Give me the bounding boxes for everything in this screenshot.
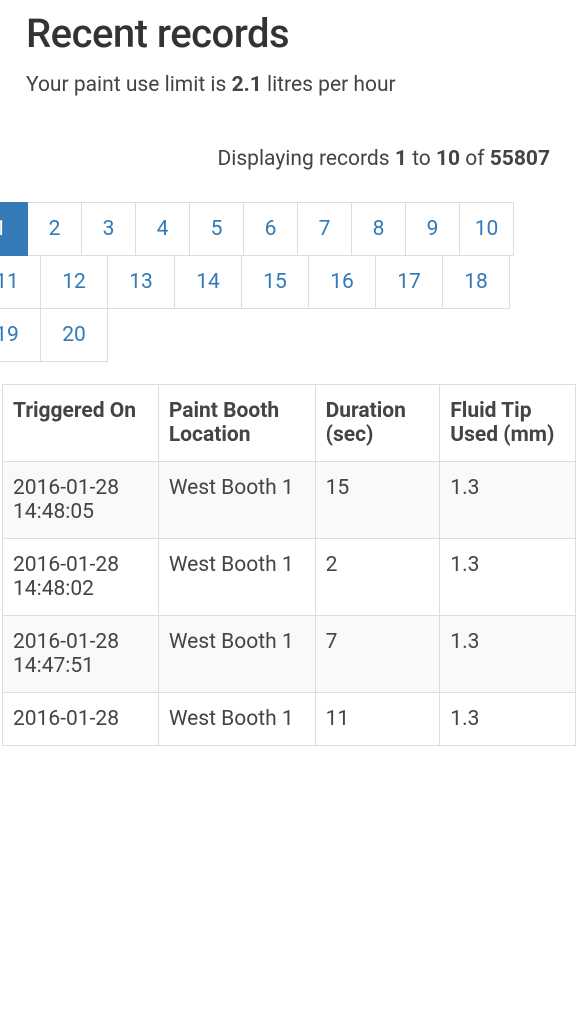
cell-tip: 1.3 <box>440 462 576 539</box>
cell-triggered: 2016-01-28 14:48:05 <box>3 462 159 539</box>
col-location: Paint Booth Location <box>158 385 315 462</box>
table-row: 2016-01-28 14:47:51 West Booth 1 7 1.3 <box>3 616 576 693</box>
page-17[interactable]: 17 <box>375 255 443 309</box>
cell-duration: 11 <box>315 693 440 746</box>
pagination-row-3: 19 20 <box>0 309 108 362</box>
page-10[interactable]: 10 <box>459 202 514 256</box>
cell-location: West Booth 1 <box>158 539 315 616</box>
display-count: Displaying records 1 to 10 of 55807 <box>26 147 550 171</box>
display-from: 1 <box>395 147 407 171</box>
page-15[interactable]: 15 <box>241 255 309 309</box>
page-6[interactable]: 6 <box>243 202 298 256</box>
subtitle-prefix: Your paint use limit is <box>26 73 232 97</box>
cell-tip: 1.3 <box>440 539 576 616</box>
page-4[interactable]: 4 <box>135 202 190 256</box>
page-7[interactable]: 7 <box>297 202 352 256</box>
cell-duration: 7 <box>315 616 440 693</box>
cell-tip: 1.3 <box>440 693 576 746</box>
cell-triggered: 2016-01-28 <box>3 693 159 746</box>
subtitle-value: 2.1 <box>232 73 262 97</box>
cell-location: West Booth 1 <box>158 462 315 539</box>
cell-location: West Booth 1 <box>158 693 315 746</box>
cell-duration: 15 <box>315 462 440 539</box>
display-to: 10 <box>436 147 460 171</box>
display-of: of <box>460 147 490 171</box>
cell-duration: 2 <box>315 539 440 616</box>
cell-tip: 1.3 <box>440 616 576 693</box>
pagination-row-1: 1 2 3 4 5 6 7 8 9 10 <box>0 203 514 256</box>
page-18[interactable]: 18 <box>442 255 510 309</box>
records-table: Triggered On Paint Booth Location Durati… <box>2 384 576 746</box>
page-19[interactable]: 19 <box>0 308 41 362</box>
cell-triggered: 2016-01-28 14:48:02 <box>3 539 159 616</box>
page-14[interactable]: 14 <box>174 255 242 309</box>
col-triggered: Triggered On <box>3 385 159 462</box>
display-total: 55807 <box>490 147 550 171</box>
page-16[interactable]: 16 <box>308 255 376 309</box>
page-20[interactable]: 20 <box>40 308 108 362</box>
col-duration: Duration (sec) <box>315 385 440 462</box>
page-9[interactable]: 9 <box>405 202 460 256</box>
subtitle-suffix: litres per hour <box>262 73 396 97</box>
table-row: 2016-01-28 14:48:02 West Booth 1 2 1.3 <box>3 539 576 616</box>
page-13[interactable]: 13 <box>107 255 175 309</box>
pagination-row-2: 11 12 13 14 15 16 17 18 <box>0 256 510 309</box>
col-tip: Fluid Tip Used (mm) <box>440 385 576 462</box>
page-title: Recent records <box>26 10 550 57</box>
display-mid: to <box>407 147 436 171</box>
display-prefix: Displaying records <box>217 147 394 171</box>
page-8[interactable]: 8 <box>351 202 406 256</box>
page-1[interactable]: 1 <box>0 202 28 256</box>
page-3[interactable]: 3 <box>81 202 136 256</box>
pagination: 1 2 3 4 5 6 7 8 9 10 11 12 13 14 15 16 1… <box>0 203 576 362</box>
table-header-row: Triggered On Paint Booth Location Durati… <box>3 385 576 462</box>
page-12[interactable]: 12 <box>40 255 108 309</box>
page-11[interactable]: 11 <box>0 255 41 309</box>
subtitle: Your paint use limit is 2.1 litres per h… <box>26 73 550 97</box>
table-row: 2016-01-28 West Booth 1 11 1.3 <box>3 693 576 746</box>
cell-triggered: 2016-01-28 14:47:51 <box>3 616 159 693</box>
cell-location: West Booth 1 <box>158 616 315 693</box>
page-2[interactable]: 2 <box>27 202 82 256</box>
page-5[interactable]: 5 <box>189 202 244 256</box>
table-row: 2016-01-28 14:48:05 West Booth 1 15 1.3 <box>3 462 576 539</box>
